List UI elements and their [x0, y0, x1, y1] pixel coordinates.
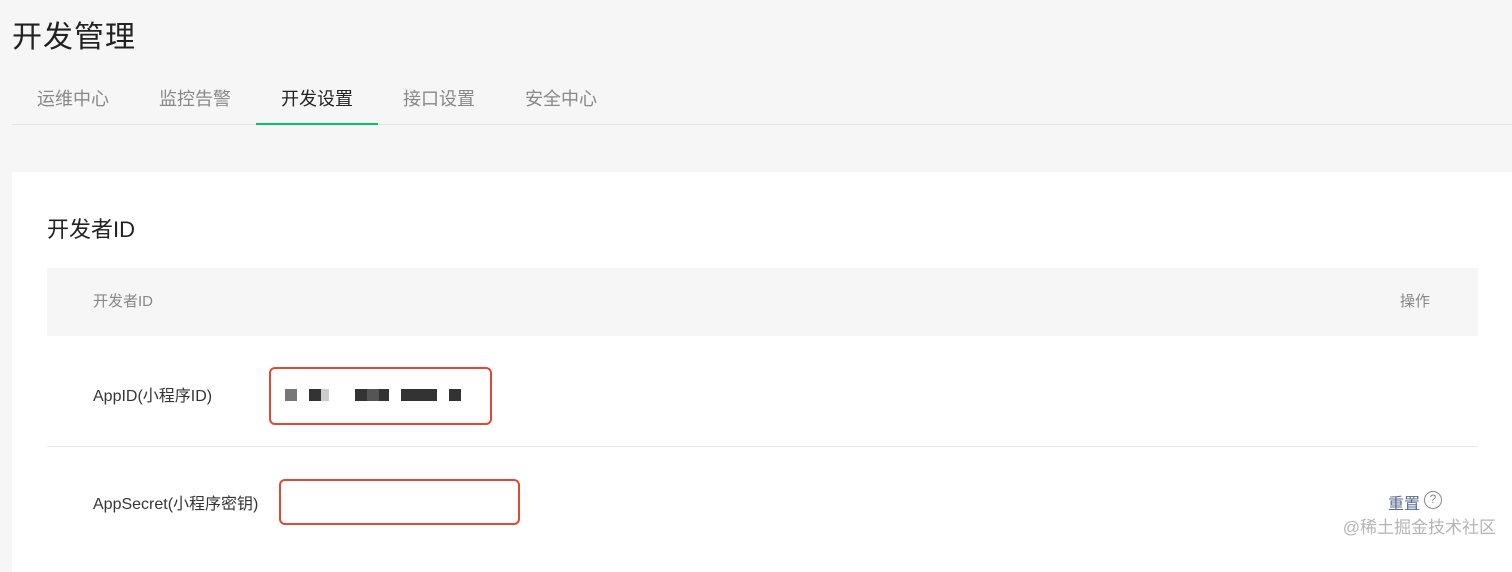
column-header-developer-id: 开发者ID — [93, 293, 154, 310]
table-row-appid: AppID(小程序ID) — [47, 336, 1478, 447]
appsecret-value-highlight — [279, 479, 520, 525]
appid-label: AppID(小程序ID) — [93, 388, 213, 405]
tab-monitoring[interactable]: 监控告警 — [157, 76, 233, 124]
section-title: 开发者ID — [47, 217, 136, 242]
appid-value-highlight — [269, 367, 492, 425]
tab-dev-settings[interactable]: 开发设置 — [256, 76, 378, 125]
appid-value-redacted — [285, 389, 465, 401]
tab-api-settings[interactable]: 接口设置 — [401, 76, 477, 124]
watermark: @稀土掘金技术社区 — [1342, 518, 1496, 537]
tab-security-center[interactable]: 安全中心 — [523, 76, 599, 124]
tab-ops-center[interactable]: 运维中心 — [35, 76, 111, 124]
page-title: 开发管理 — [12, 21, 136, 54]
column-header-actions: 操作 — [1399, 293, 1430, 310]
table-row-appsecret: AppSecret(小程序密钥) 重置 ? — [47, 447, 1478, 572]
developer-id-card: 开发者ID 开发者ID 操作 AppID(小程序ID) AppSecret(小程… — [12, 172, 1512, 572]
tab-bar: 运维中心 监控告警 开发设置 接口设置 安全中心 — [12, 76, 1512, 125]
appsecret-label: AppSecret(小程序密钥) — [93, 496, 259, 513]
table-header: 开发者ID 操作 — [47, 268, 1478, 336]
help-circle-icon[interactable]: ? — [1424, 491, 1442, 509]
reset-appsecret-link[interactable]: 重置 — [1388, 490, 1420, 514]
